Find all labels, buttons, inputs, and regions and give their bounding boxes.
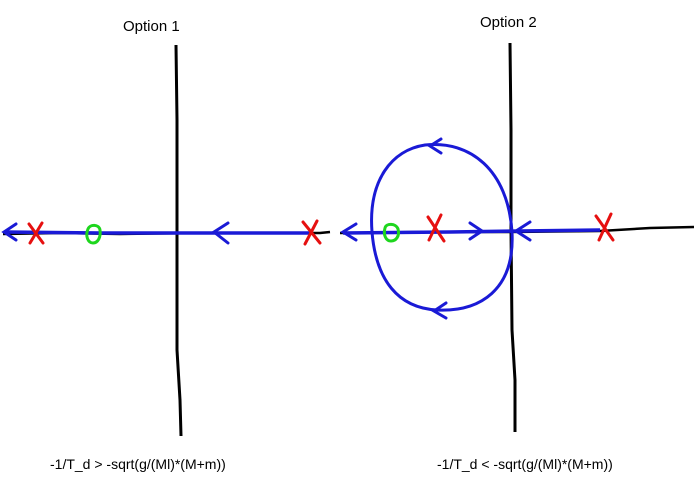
option-1-imaginary-axis: [174, 44, 183, 437]
option-2-pole-left-x-mark: [426, 213, 446, 243]
option-2-diagram: [339, 42, 695, 432]
option-2-pole-right-x-mark: [594, 212, 615, 242]
option-2-condition: -1/T_d < -sqrt(g/(Ml)*(M+m)): [437, 456, 613, 472]
option-2-locus-circle: [370, 142, 514, 312]
option-1-diagram: [1, 44, 331, 437]
option-1-title: Option 1: [123, 18, 180, 35]
option-2-title: Option 2: [480, 14, 537, 31]
option-1-condition: -1/T_d > -sqrt(g/(Ml)*(M+m)): [50, 456, 226, 472]
root-locus-sketch: [1, 42, 695, 437]
option-1-locus-branch: [4, 230, 310, 235]
